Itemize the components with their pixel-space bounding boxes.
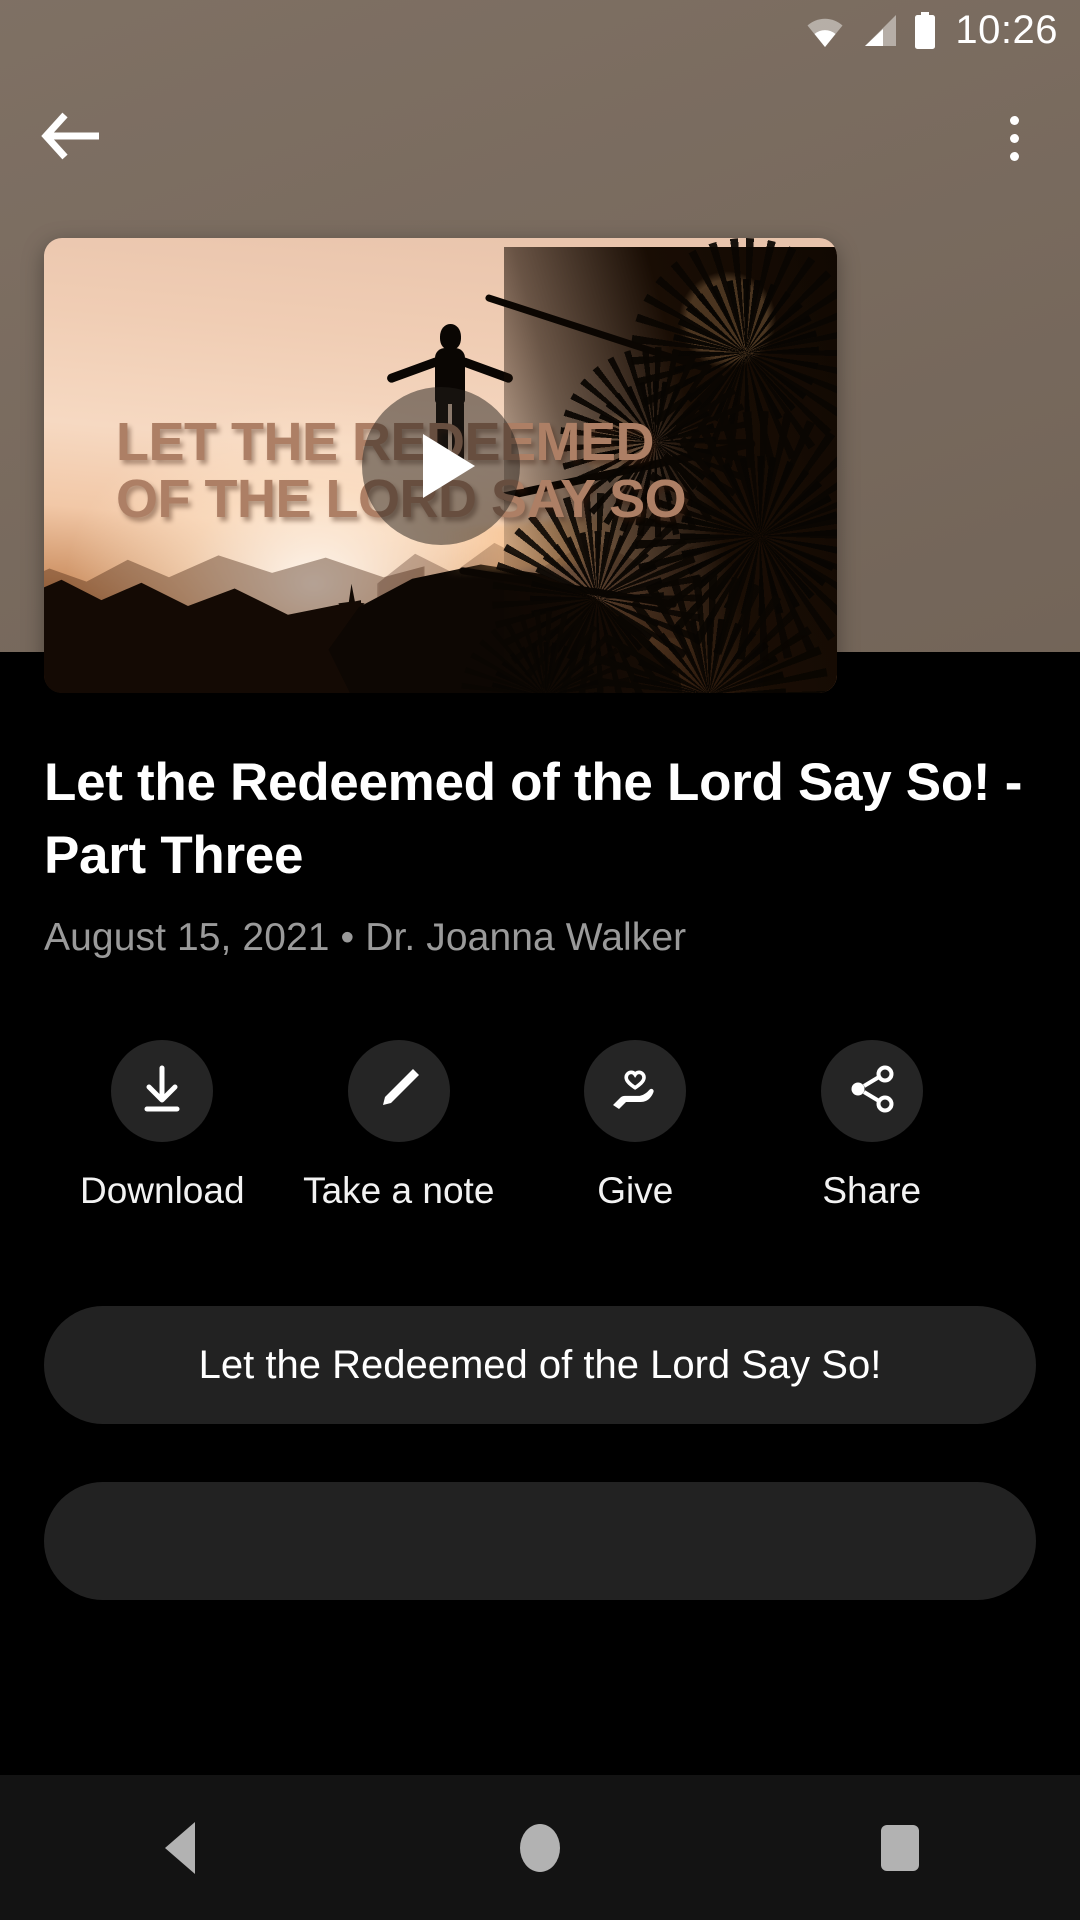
action-take-a-note[interactable]: Take a note <box>281 1040 518 1212</box>
system-navigation-bar <box>0 1775 1080 1920</box>
action-take-a-note-circle[interactable] <box>347 1040 450 1143</box>
cellular-signal-icon <box>859 14 899 48</box>
wifi-icon <box>805 14 845 48</box>
more-vertical-icon-dot-3 <box>1009 151 1019 161</box>
action-download[interactable]: Download <box>44 1040 281 1212</box>
action-share-label: Share <box>822 1170 922 1212</box>
status-clock: 10:26 <box>955 8 1058 52</box>
app-screen: 10:26 LET THE OF THE SAY SO Let the Rede… <box>0 0 1080 1920</box>
action-row: Download Take a note Give Share <box>44 1040 1036 1212</box>
overflow-menu-button[interactable] <box>978 102 1050 174</box>
series-chip[interactable]: Let the Redeemed of the Lord Say So! <box>44 1306 1036 1425</box>
figure-head <box>439 324 461 351</box>
action-download-label: Download <box>79 1170 245 1212</box>
action-download-circle[interactable] <box>111 1040 214 1143</box>
more-vertical-icon-dot-1 <box>1009 115 1019 125</box>
nav-home-icon <box>520 1823 560 1872</box>
nav-recents-button[interactable] <box>810 1775 990 1920</box>
play-icon <box>422 433 475 498</box>
action-give-label: Give <box>597 1170 674 1212</box>
page-title: Let the Redeemed of the Lord Say So! - P… <box>44 753 1023 886</box>
action-share-circle[interactable] <box>820 1040 923 1143</box>
play-button[interactable] <box>361 386 520 545</box>
series-chip[interactable] <box>44 1482 1036 1601</box>
nav-recents-icon <box>881 1824 919 1871</box>
status-bar: 10:26 <box>0 0 1080 62</box>
arrow-left-icon <box>41 109 103 168</box>
nav-back-button[interactable] <box>90 1775 270 1920</box>
video-thumbnail-card[interactable]: LET THE REDEEMED OF THE LORD SAY SO <box>44 238 837 693</box>
app-bar <box>0 62 1080 212</box>
sermon-meta: August 15, 2021 • Dr. Joanna Walker <box>44 916 687 960</box>
figure-arm-left <box>385 356 442 385</box>
share-icon <box>845 1062 899 1121</box>
download-icon <box>135 1062 189 1121</box>
hand-heart-icon <box>607 1061 663 1122</box>
action-give-circle[interactable] <box>584 1040 687 1143</box>
series-chip-list: Let the Redeemed of the Lord Say So! <box>44 1306 1036 1601</box>
sermon-details: Let the Redeemed of the Lord Say So! - P… <box>0 700 1080 1601</box>
back-button[interactable] <box>36 102 108 174</box>
battery-full-icon <box>913 12 937 50</box>
pencil-icon <box>372 1062 426 1121</box>
nav-back-icon <box>165 1821 195 1874</box>
action-share[interactable]: Share <box>754 1040 991 1212</box>
action-give[interactable]: Give <box>517 1040 754 1212</box>
nav-home-button[interactable] <box>450 1775 630 1920</box>
action-take-a-note-label: Take a note <box>303 1170 495 1212</box>
more-vertical-icon-dot-2 <box>1009 133 1019 143</box>
